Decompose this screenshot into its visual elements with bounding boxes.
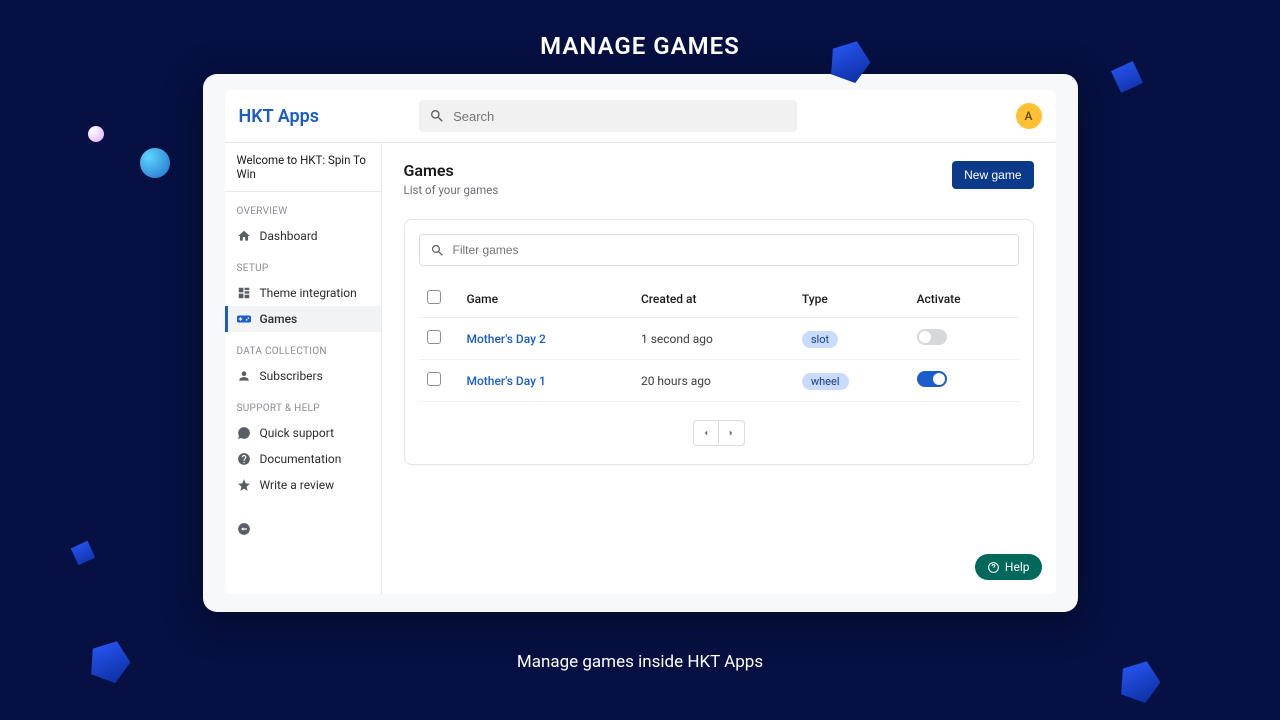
crystal-decoration — [66, 536, 99, 569]
col-type: Type — [794, 280, 909, 318]
activate-toggle[interactable] — [917, 371, 947, 387]
sidebar-group-support: SUPPORT & HELP — [225, 399, 381, 420]
planet-decoration — [140, 148, 170, 178]
sidebar-item-games[interactable]: Games — [225, 306, 381, 332]
games-table: Game Created at Type Activate Mother's D… — [419, 280, 1019, 402]
created-cell: 20 hours ago — [633, 360, 794, 402]
search-icon — [429, 108, 445, 124]
page-title: MANAGE GAMES — [0, 0, 1280, 60]
prev-page-button[interactable] — [693, 420, 719, 446]
main-title: Games — [404, 161, 499, 180]
help-button[interactable]: Help — [975, 554, 1042, 580]
sidebar-item-label: Games — [260, 312, 298, 326]
type-badge: wheel — [802, 373, 849, 390]
type-badge: slot — [802, 331, 838, 348]
sidebar-item-label: Documentation — [260, 452, 342, 466]
col-game: Game — [459, 280, 633, 318]
avatar[interactable]: A — [1016, 103, 1042, 129]
search-input[interactable] — [453, 109, 787, 124]
main-area: Games List of your games New game Game C… — [382, 143, 1056, 594]
col-activate: Activate — [909, 280, 1019, 318]
page-subtitle: Manage games inside HKT Apps — [0, 652, 1280, 672]
crystal-decoration — [1105, 55, 1149, 99]
welcome-text: Welcome to HKT: Spin To Win — [225, 143, 381, 192]
sidebar-item-documentation[interactable]: Documentation — [225, 446, 381, 472]
sidebar-group-overview: OVERVIEW — [225, 202, 381, 223]
sidebar: Welcome to HKT: Spin To Win OVERVIEW Das… — [225, 143, 382, 594]
sidebar-item-label: Quick support — [260, 426, 335, 440]
logout-icon — [237, 522, 251, 536]
topbar: HKT Apps A — [225, 90, 1056, 142]
main-subtitle: List of your games — [404, 183, 499, 197]
next-page-button[interactable] — [719, 420, 745, 446]
brand-title: HKT Apps — [239, 106, 320, 127]
chevron-left-icon — [701, 428, 711, 438]
main-header: Games List of your games New game — [404, 161, 1034, 197]
sidebar-item-label: Dashboard — [260, 229, 318, 243]
help-circle-icon — [987, 561, 1000, 574]
sidebar-item-dashboard[interactable]: Dashboard — [225, 223, 381, 249]
gamepad-icon — [237, 312, 251, 326]
game-link[interactable]: Mother's Day 1 — [467, 374, 546, 388]
sidebar-item-label: Theme integration — [260, 286, 357, 300]
search-icon — [430, 243, 445, 258]
theme-icon — [237, 286, 251, 300]
help-label: Help — [1005, 560, 1030, 574]
new-game-button[interactable]: New game — [952, 161, 1033, 189]
sidebar-item-logout[interactable] — [225, 516, 381, 542]
chat-icon — [237, 426, 251, 440]
star-icon — [237, 478, 251, 492]
admin-panel: HKT Apps A Welcome to HKT: Spin To Win O… — [203, 74, 1078, 612]
created-cell: 1 second ago — [633, 318, 794, 360]
row-checkbox[interactable] — [427, 330, 441, 344]
planet-decoration — [88, 126, 104, 142]
games-card: Game Created at Type Activate Mother's D… — [404, 219, 1034, 465]
sidebar-item-label: Write a review — [260, 478, 335, 492]
person-icon — [237, 369, 251, 383]
pagination — [419, 420, 1019, 446]
sidebar-group-data: DATA COLLECTION — [225, 342, 381, 363]
chevron-right-icon — [726, 428, 736, 438]
table-row: Mother's Day 1 20 hours ago wheel — [419, 360, 1019, 402]
row-checkbox[interactable] — [427, 372, 441, 386]
filter-field[interactable] — [419, 234, 1019, 266]
filter-input[interactable] — [453, 243, 1008, 257]
table-row: Mother's Day 2 1 second ago slot — [419, 318, 1019, 360]
search-field[interactable] — [419, 100, 797, 132]
home-icon — [237, 229, 251, 243]
sidebar-item-label: Subscribers — [260, 369, 323, 383]
sidebar-item-quick-support[interactable]: Quick support — [225, 420, 381, 446]
sidebar-item-review[interactable]: Write a review — [225, 472, 381, 498]
sidebar-group-setup: SETUP — [225, 259, 381, 280]
panel-body: Welcome to HKT: Spin To Win OVERVIEW Das… — [225, 142, 1056, 594]
help-circle-icon — [237, 452, 251, 466]
sidebar-item-theme[interactable]: Theme integration — [225, 280, 381, 306]
sidebar-item-subscribers[interactable]: Subscribers — [225, 363, 381, 389]
activate-toggle[interactable] — [917, 329, 947, 345]
game-link[interactable]: Mother's Day 2 — [467, 332, 546, 346]
col-created: Created at — [633, 280, 794, 318]
select-all-checkbox[interactable] — [427, 290, 441, 304]
